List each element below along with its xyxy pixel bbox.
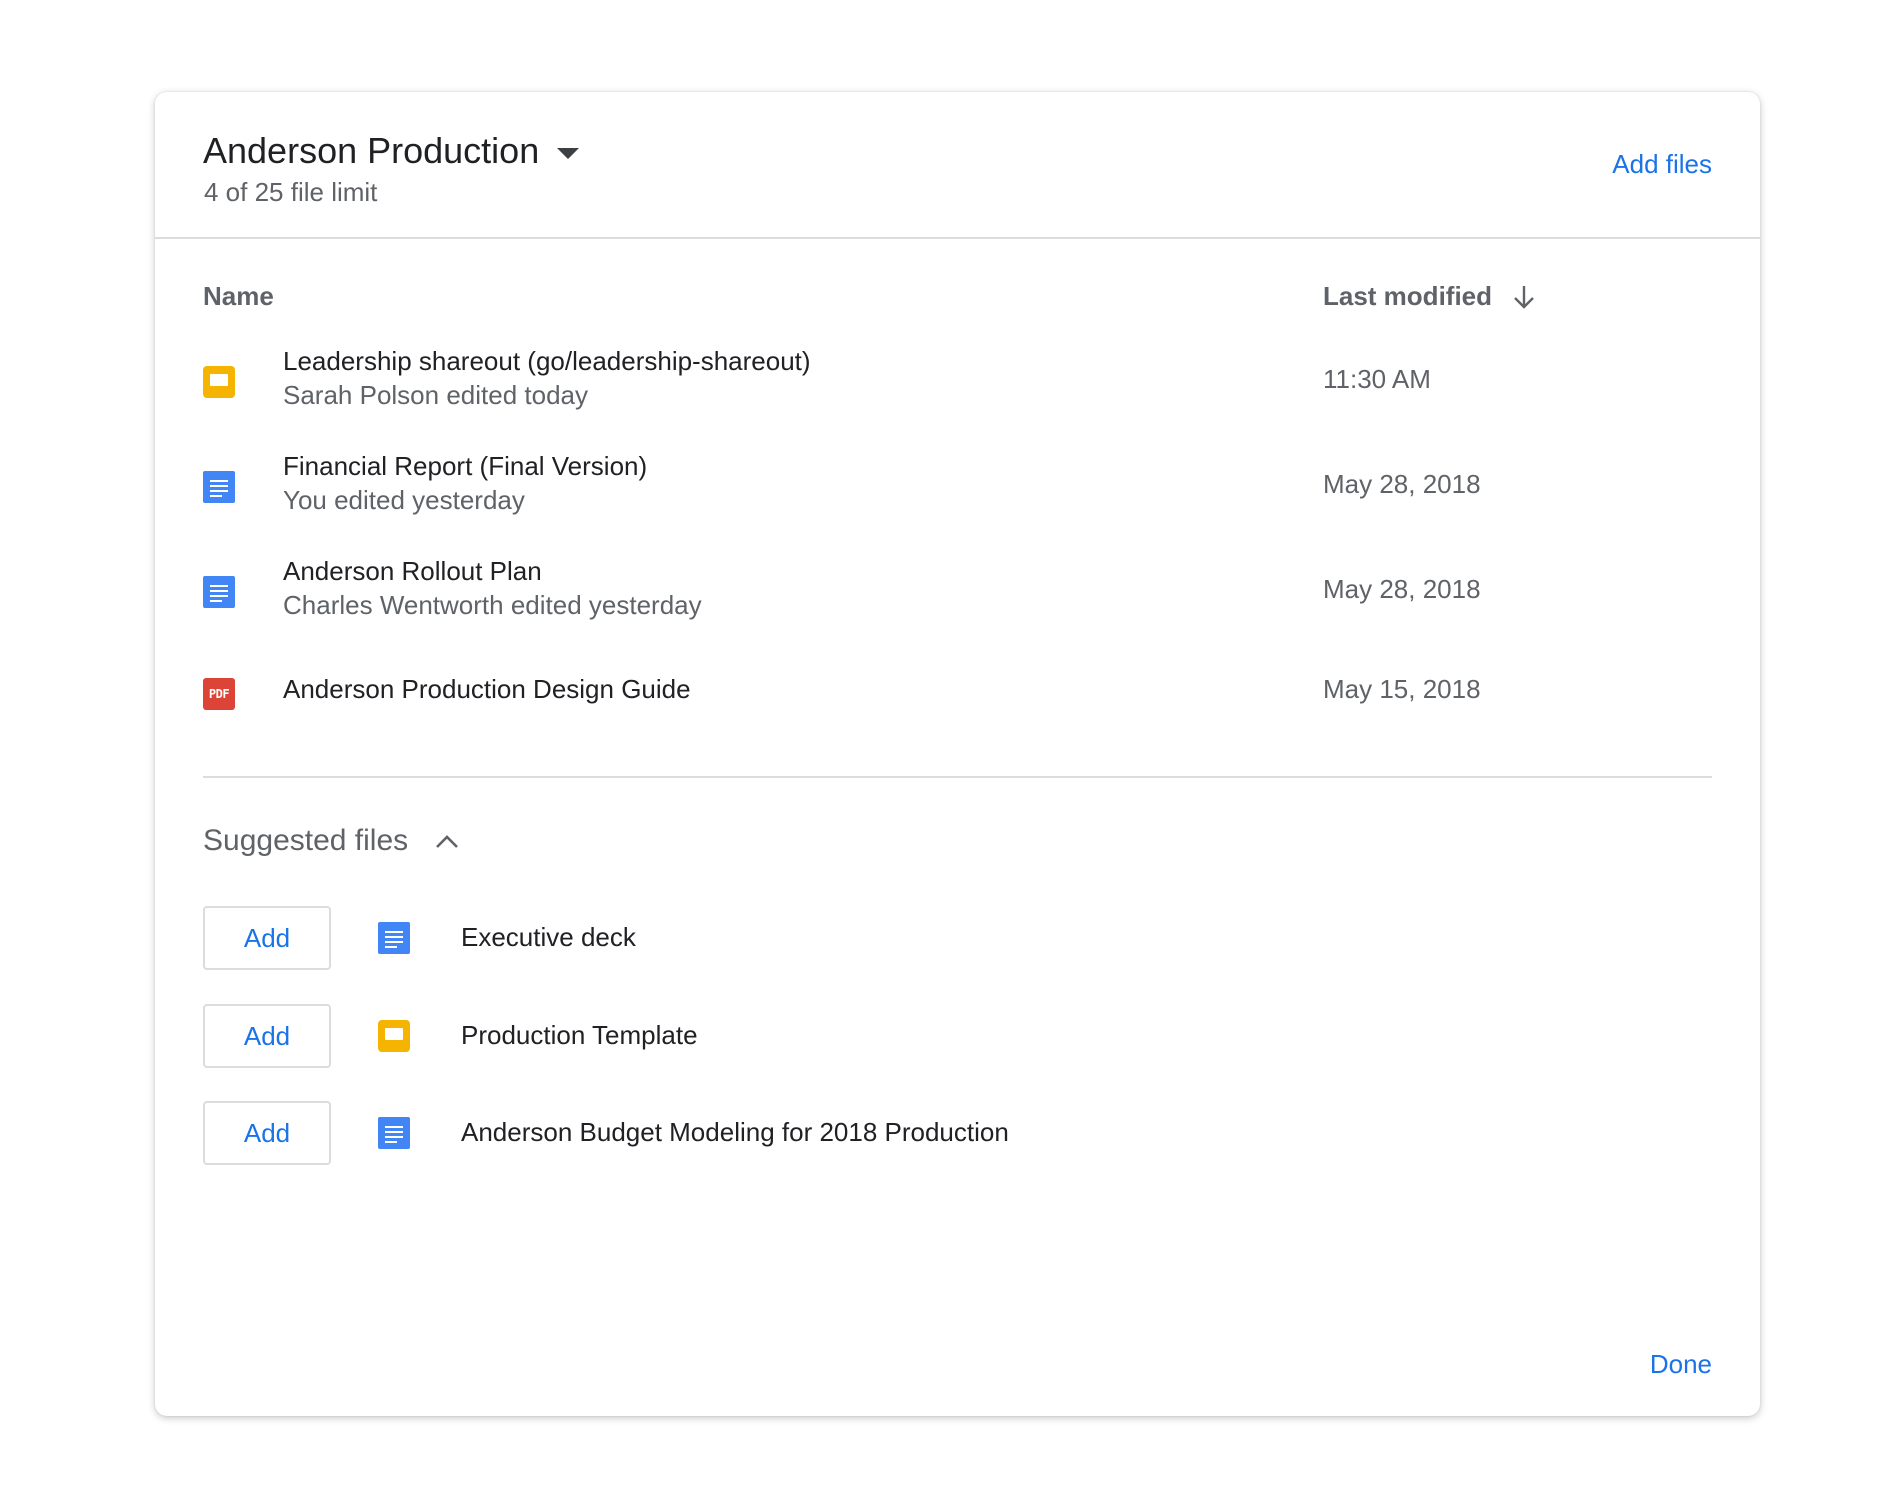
add-button[interactable]: Add — [203, 1004, 331, 1068]
arrow-down-icon[interactable] — [1512, 284, 1536, 310]
file-modified-date: May 28, 2018 — [1323, 469, 1481, 499]
column-header-last-modified-label: Last modified — [1323, 281, 1493, 311]
chevron-up-icon[interactable] — [434, 832, 460, 850]
suggested-file-name[interactable]: Production Template — [461, 1020, 698, 1051]
slides-icon — [378, 1020, 410, 1052]
file-modified-date: May 15, 2018 — [1323, 674, 1481, 704]
dialog-header: Anderson Production 4 of 25 file limit A… — [155, 92, 1760, 239]
file-row[interactable]: Leadership shareout (go/leadership-share… — [203, 346, 1712, 418]
file-modified-date: May 28, 2018 — [1323, 574, 1481, 604]
docs-icon — [378, 922, 410, 954]
file-name[interactable]: Leadership shareout (go/leadership-share… — [283, 346, 811, 377]
suggested-file-name[interactable]: Executive deck — [461, 922, 636, 953]
file-row[interactable]: PDF Anderson Production Design Guide May… — [203, 674, 1712, 714]
file-limit-text: 4 of 25 file limit — [204, 177, 378, 207]
slides-icon — [203, 366, 235, 398]
docs-icon — [378, 1117, 410, 1149]
file-edit-info: You edited yesterday — [283, 485, 525, 515]
file-dialog: Anderson Production 4 of 25 file limit A… — [155, 92, 1760, 1416]
suggested-file-row: Add Anderson Budget Modeling for 2018 Pr… — [203, 1101, 1203, 1165]
file-name[interactable]: Anderson Rollout Plan — [283, 556, 542, 587]
file-name[interactable]: Anderson Production Design Guide — [283, 674, 691, 705]
file-row[interactable]: Anderson Rollout Plan Charles Wentworth … — [203, 556, 1712, 628]
suggested-file-row: Add Executive deck — [203, 906, 1203, 970]
add-files-button[interactable]: Add files — [1612, 149, 1712, 180]
docs-icon — [203, 471, 235, 503]
suggested-files-toggle[interactable]: Suggested files — [203, 824, 460, 858]
project-selector[interactable]: Anderson Production — [203, 128, 580, 174]
file-row[interactable]: Financial Report (Final Version) You edi… — [203, 451, 1712, 523]
docs-icon — [203, 576, 235, 608]
file-modified-date: 11:30 AM — [1323, 364, 1431, 394]
suggested-file-row: Add Production Template — [203, 1004, 1203, 1068]
file-edit-info: Charles Wentworth edited yesterday — [283, 590, 702, 620]
done-button[interactable]: Done — [1650, 1349, 1712, 1380]
add-button[interactable]: Add — [203, 906, 331, 970]
file-name[interactable]: Financial Report (Final Version) — [283, 451, 647, 482]
suggested-files-title: Suggested files — [203, 824, 409, 857]
suggested-file-name[interactable]: Anderson Budget Modeling for 2018 Produc… — [461, 1117, 1009, 1148]
pdf-icon: PDF — [203, 678, 235, 710]
dialog-title: Anderson Production — [203, 130, 540, 171]
file-edit-info: Sarah Polson edited today — [283, 380, 588, 410]
column-header-last-modified[interactable]: Last modified — [1323, 281, 1536, 312]
column-header-name[interactable]: Name — [203, 281, 274, 312]
dropdown-caret-icon[interactable] — [557, 147, 580, 159]
section-divider — [203, 776, 1712, 778]
add-button[interactable]: Add — [203, 1101, 331, 1165]
